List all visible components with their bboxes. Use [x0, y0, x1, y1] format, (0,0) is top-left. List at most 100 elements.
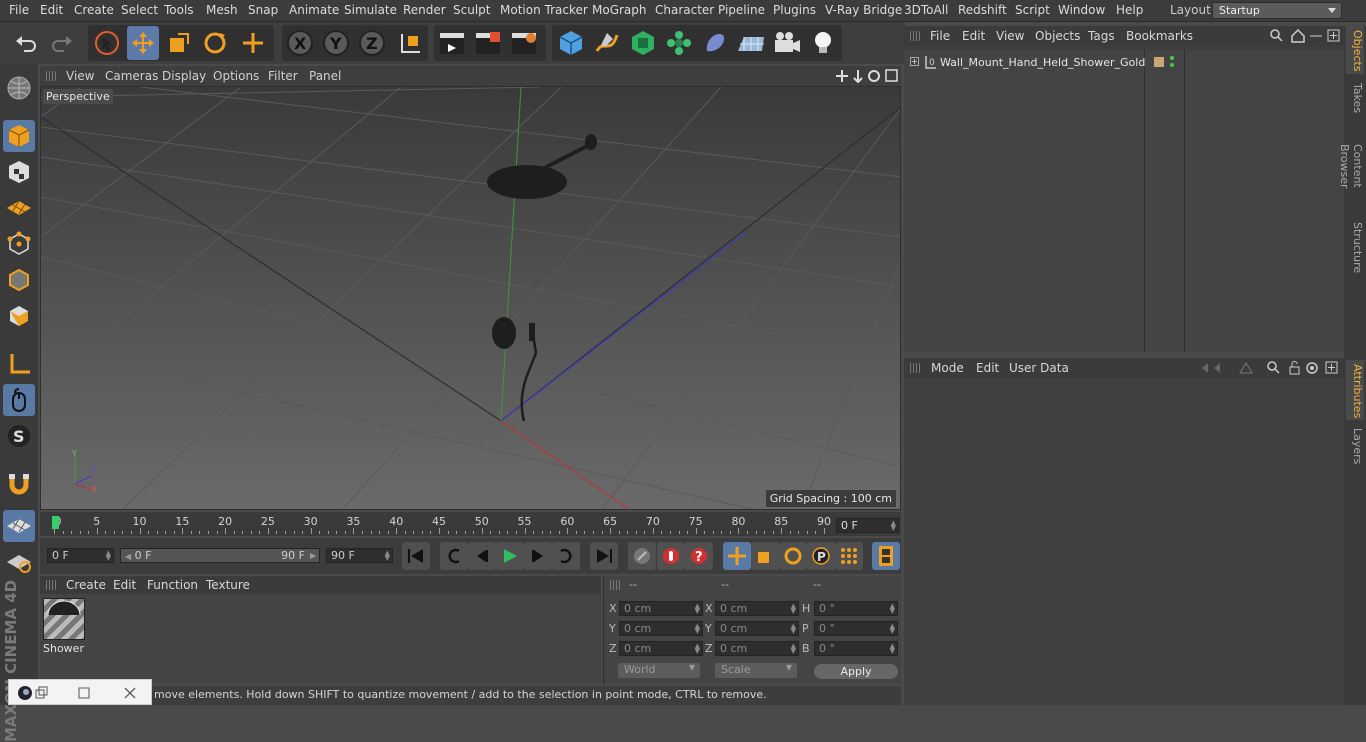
material-menu-function[interactable]: Function	[147, 578, 198, 592]
y-axis-button[interactable]: Y	[320, 26, 352, 60]
goto-end-button[interactable]	[590, 542, 618, 570]
restore-icon[interactable]	[35, 686, 51, 700]
tab-content-browser[interactable]: Content Browser	[1338, 120, 1364, 212]
timeline-window-button[interactable]	[872, 542, 900, 570]
prev-frame-button[interactable]	[468, 542, 496, 570]
workplane-lock-button[interactable]	[3, 510, 35, 542]
model-mode-button[interactable]	[3, 120, 35, 152]
viewport-camera-label[interactable]: Perspective	[43, 89, 113, 104]
menu-animate[interactable]: Animate	[289, 3, 339, 17]
make-editable-button[interactable]	[3, 72, 35, 104]
attr-menu-mode[interactable]: Mode	[931, 361, 964, 375]
timeline-scale[interactable]: 051015202530354045505560657075808590	[50, 512, 833, 536]
floor-button[interactable]	[735, 26, 767, 60]
layer-color-swatch[interactable]	[1154, 57, 1164, 67]
menu-tools[interactable]: Tools	[164, 3, 194, 17]
menu-character[interactable]: Character	[655, 3, 714, 17]
viewport-menu-view[interactable]: View	[66, 69, 94, 83]
viewport-menu-cameras[interactable]: Cameras	[105, 69, 158, 83]
viewport-nav-icons[interactable]	[836, 69, 898, 83]
window-thumbnail[interactable]	[8, 679, 152, 705]
object-menu-edit[interactable]: Edit	[962, 29, 985, 43]
render-view-button[interactable]	[436, 26, 468, 60]
tab-layers[interactable]: Layers	[1346, 424, 1364, 464]
current-frame-field[interactable]: 0 F ▲ ▼	[836, 518, 899, 533]
rot-b-field[interactable]: 0 ° ▲ ▼	[814, 641, 898, 656]
rot-h-field[interactable]: 0 ° ▲ ▼	[814, 601, 898, 616]
next-key-button[interactable]	[552, 542, 580, 570]
menu-file[interactable]: File	[9, 3, 29, 17]
pos-x-field[interactable]: 0 cm ▲ ▼	[619, 601, 703, 616]
axis-mode-button[interactable]	[3, 348, 35, 380]
key-position-button[interactable]	[723, 542, 751, 570]
material-name[interactable]: Shower	[43, 642, 84, 655]
object-name[interactable]: Wall_Mount_Hand_Held_Shower_Gold	[940, 56, 1145, 69]
next-frame-button[interactable]	[524, 542, 552, 570]
object-menu-view[interactable]: View	[996, 29, 1024, 43]
tab-takes[interactable]: Takes	[1346, 78, 1364, 118]
viewport-menu-filter[interactable]: Filter	[268, 69, 298, 83]
size-x-field[interactable]: 0 cm ▲ ▼	[715, 601, 799, 616]
menu-snap[interactable]: Snap	[248, 3, 278, 17]
attr-menu-edit[interactable]: Edit	[976, 361, 999, 375]
frame-range-slider[interactable]: ◀ 0 F 90 F ▶	[120, 548, 320, 563]
close-icon[interactable]	[123, 686, 137, 700]
pos-y-field[interactable]: 0 cm ▲ ▼	[619, 621, 703, 636]
render-settings-button[interactable]	[508, 26, 540, 60]
menu-plugins[interactable]: Plugins	[773, 3, 816, 17]
redo-button[interactable]	[46, 26, 78, 60]
menu-redshift[interactable]: Redshift	[958, 3, 1007, 17]
render-picture-viewer-button[interactable]	[472, 26, 504, 60]
menu-edit[interactable]: Edit	[40, 3, 63, 17]
object-menu-bookmarks[interactable]: Bookmarks	[1126, 29, 1193, 43]
apply-button[interactable]: Apply	[814, 664, 898, 679]
tab-structure[interactable]: Structure	[1346, 218, 1364, 273]
pos-z-field[interactable]: 0 cm ▲ ▼	[619, 641, 703, 656]
goto-start-button[interactable]	[402, 542, 430, 570]
key-parameter-button[interactable]: P	[807, 542, 835, 570]
cloner-button[interactable]	[663, 26, 695, 60]
viewport-menu-display[interactable]: Display	[162, 69, 206, 83]
object-menu-tags[interactable]: Tags	[1088, 29, 1115, 43]
select-tool-button[interactable]	[91, 26, 123, 60]
tab-objects[interactable]: Objects	[1346, 26, 1364, 74]
menu-mograph[interactable]: MoGraph	[592, 3, 647, 17]
live-selection-button[interactable]	[237, 26, 269, 60]
deformer-button[interactable]	[699, 26, 731, 60]
snap-button[interactable]	[3, 468, 35, 500]
start-frame-field[interactable]: 0 F ▲ ▼	[47, 548, 114, 563]
menu-script[interactable]: Script	[1015, 3, 1050, 17]
timeline-ruler[interactable]: 051015202530354045505560657075808590 0 F…	[40, 512, 901, 536]
playhead-marker[interactable]	[52, 516, 59, 529]
attr-menu-user-data[interactable]: User Data	[1009, 361, 1069, 375]
viewport-menu-options[interactable]: Options	[213, 69, 259, 83]
menu-select[interactable]: Select	[121, 3, 158, 17]
coord-space-select[interactable]: World ▼	[618, 663, 700, 678]
menu-simulate[interactable]: Simulate	[344, 3, 397, 17]
menu-create[interactable]: Create	[74, 3, 114, 17]
move-tool-button[interactable]	[127, 26, 159, 60]
coord-size-mode-select[interactable]: Scale ▼	[715, 663, 797, 678]
menu-sculpt[interactable]: Sculpt	[453, 3, 490, 17]
texture-mode-button[interactable]	[3, 156, 35, 188]
object-menu-file[interactable]: File	[930, 29, 950, 43]
material-menu-texture[interactable]: Texture	[206, 578, 250, 592]
object-toolbar-icons[interactable]	[1270, 29, 1340, 43]
cube-button[interactable]	[555, 26, 587, 60]
undo-button[interactable]	[10, 26, 42, 60]
object-menu-objects[interactable]: Objects	[1035, 29, 1080, 43]
key-rotation-button[interactable]	[779, 542, 807, 570]
pen-tool-button[interactable]	[591, 26, 623, 60]
menu-help[interactable]: Help	[1116, 3, 1143, 17]
size-z-field[interactable]: 0 cm ▲ ▼	[715, 641, 799, 656]
viewport-menu-panel[interactable]: Panel	[309, 69, 341, 83]
autokey-button[interactable]: ?	[685, 542, 713, 570]
scale-tool-button[interactable]	[163, 26, 195, 60]
record-button[interactable]	[657, 542, 685, 570]
menu-vray-bridge[interactable]: V-Ray Bridge	[825, 3, 902, 17]
layout-select[interactable]: Startup	[1212, 2, 1342, 19]
key-scale-button[interactable]	[751, 542, 779, 570]
material-menu-edit[interactable]: Edit	[113, 578, 136, 592]
prev-key-button[interactable]	[440, 542, 468, 570]
size-y-field[interactable]: 0 cm ▲ ▼	[715, 621, 799, 636]
